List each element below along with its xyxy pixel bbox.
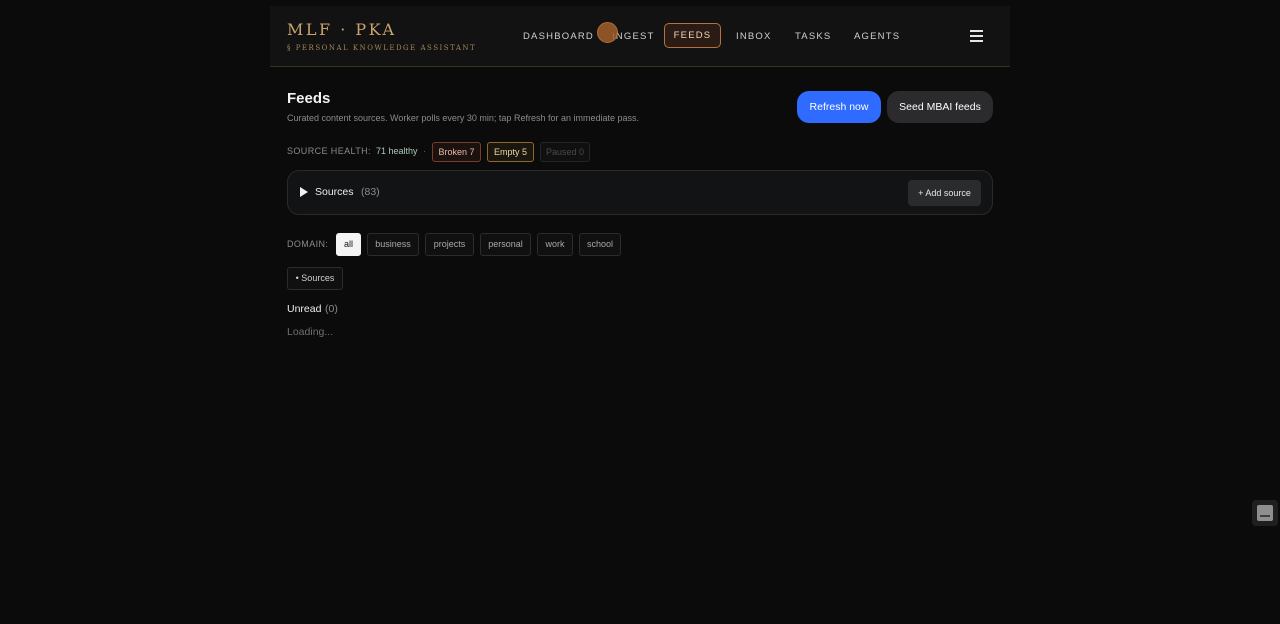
brand-title[interactable]: MLF · PKA [287, 20, 397, 39]
add-source-button[interactable]: + Add source [908, 180, 981, 206]
nav-item-dashboard[interactable]: DASHBOARD [523, 28, 594, 46]
unread-label: Unread [287, 303, 322, 315]
nav-item-tasks[interactable]: TASKS [795, 28, 831, 46]
sources-count: (83) [361, 186, 380, 198]
domain-chip-all[interactable]: all [336, 233, 361, 256]
healthy-count: 71 healthy [376, 146, 418, 156]
page-description: Curated content sources. Worker polls ev… [287, 113, 639, 123]
domain-label: DOMAIN: [287, 239, 329, 249]
domain-chip-personal[interactable]: personal [480, 233, 531, 256]
source-health-label: SOURCE HEALTH: [287, 146, 371, 156]
paused-filter-pill[interactable]: Paused 0 [540, 142, 590, 162]
nav-item-feeds[interactable]: FEEDS [664, 23, 721, 48]
nav-item-agents[interactable]: AGENTS [854, 28, 900, 46]
hamburger-menu-icon[interactable] [969, 30, 985, 42]
expand-triangle-icon[interactable] [300, 187, 308, 197]
nav-item-inbox[interactable]: INBOX [736, 28, 772, 46]
broken-filter-pill[interactable]: Broken 7 [432, 142, 481, 162]
loading-text: Loading... [287, 326, 334, 338]
cursor-indicator [597, 22, 618, 43]
unread-count: (0) [325, 303, 338, 315]
domain-chip-work[interactable]: work [537, 233, 573, 256]
page-title: Feeds [287, 90, 331, 107]
refresh-now-button[interactable]: Refresh now [797, 91, 881, 123]
domain-chip-business[interactable]: business [367, 233, 419, 256]
sources-panel-label[interactable]: Sources [315, 186, 354, 198]
domain-chip-school[interactable]: school [579, 233, 621, 256]
toggle-sources-button[interactable]: • Sources [287, 267, 343, 290]
domain-chip-projects[interactable]: projects [425, 233, 474, 256]
brand-subtitle: § PERSONAL KNOWLEDGE ASSISTANT [287, 44, 477, 52]
health-separator: · [423, 146, 426, 156]
floating-assistant-widget[interactable] [1252, 500, 1278, 526]
empty-filter-pill[interactable]: Empty 5 [487, 142, 534, 162]
sources-panel: Sources (83) + Add source [287, 170, 993, 215]
nav-item-ingest[interactable]: INGEST [612, 28, 655, 46]
assistant-face-icon [1257, 505, 1273, 521]
seed-mbai-feeds-button[interactable]: Seed MBAI feeds [887, 91, 993, 123]
top-navigation-bar: MLF · PKA § PERSONAL KNOWLEDGE ASSISTANT… [270, 6, 1010, 67]
